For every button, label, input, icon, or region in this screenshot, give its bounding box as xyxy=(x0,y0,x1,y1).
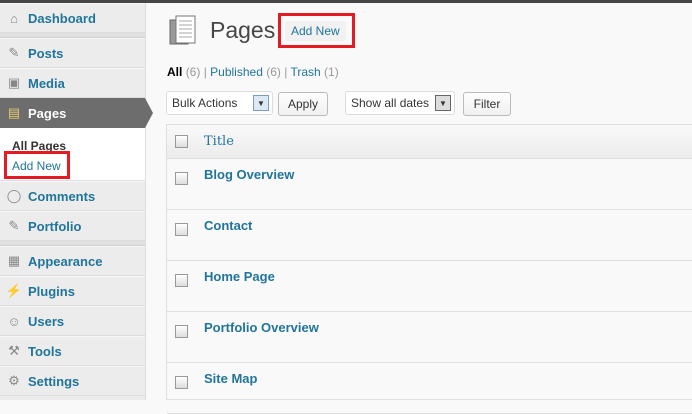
pages-icon xyxy=(169,15,196,45)
select-value: Show all dates xyxy=(351,96,430,110)
comment-icon: ◯ xyxy=(6,188,22,203)
highlight-box xyxy=(4,151,70,179)
menu-label: Pages xyxy=(28,105,67,121)
menu-pages[interactable]: ▤ Pages xyxy=(0,98,153,128)
menu-label: Posts xyxy=(28,45,64,61)
row-checkbox[interactable] xyxy=(175,325,188,338)
tools-icon: ⚒ xyxy=(8,343,20,358)
count: (6) xyxy=(185,65,201,79)
page-title-link[interactable]: Contact xyxy=(204,218,252,233)
row-checkbox[interactable] xyxy=(175,274,188,287)
menu-appearance[interactable]: ▦ Appearance xyxy=(0,246,145,276)
page-title-link[interactable]: Home Page xyxy=(204,269,275,284)
row-checkbox[interactable] xyxy=(175,376,188,389)
pages-table: Title Blog Overview Contact Home Page Po… xyxy=(166,124,692,414)
appearance-icon: ▦ xyxy=(7,253,21,268)
count: (6) xyxy=(266,65,281,79)
menu-label: Comments xyxy=(28,188,96,204)
column-title[interactable]: Title xyxy=(204,134,234,149)
dates-select[interactable]: Show all dates ▼ xyxy=(345,91,455,115)
settings-icon: ⚙ xyxy=(8,373,20,388)
menu-label: Plugins xyxy=(28,283,75,299)
filter-trash[interactable]: Trash xyxy=(290,65,320,79)
row-checkbox[interactable] xyxy=(175,223,188,236)
menu-users[interactable]: ☺ Users xyxy=(0,306,145,336)
select-value: Bulk Actions xyxy=(172,96,238,110)
table-row: Blog Overview xyxy=(167,159,692,210)
menu-settings[interactable]: ⚙ Settings xyxy=(0,366,145,396)
menu-dashboard[interactable]: ⌂ Dashboard xyxy=(0,3,145,33)
chevron-down-icon: ▼ xyxy=(435,95,451,111)
menu-media[interactable]: ▣ Media xyxy=(0,68,145,98)
bulk-actions-select[interactable]: Bulk Actions ▼ xyxy=(166,91,273,115)
menu-label: Media xyxy=(28,75,65,91)
pages-icon: ▤ xyxy=(7,105,21,120)
apply-button[interactable]: Apply xyxy=(278,92,328,116)
users-icon: ☺ xyxy=(7,313,21,329)
table-row: Site Map xyxy=(167,363,692,414)
filter-all[interactable]: All xyxy=(167,65,182,79)
menu-label: Dashboard xyxy=(28,10,96,26)
admin-sidebar: ⌂ Dashboard ✎ Posts ▣ Media ▤ Pages All Page… xyxy=(0,3,153,400)
status-filters: All (6) | Published (6) | Trash (1) xyxy=(167,65,339,79)
chevron-down-icon: ▼ xyxy=(253,95,269,111)
page-title-link[interactable]: Portfolio Overview xyxy=(204,320,319,335)
filter-published[interactable]: Published xyxy=(210,65,263,79)
main-content: Pages Add New All (6) | Published (6) | … xyxy=(155,3,692,414)
count: (1) xyxy=(324,65,339,79)
table-row: Home Page xyxy=(167,261,692,312)
table-header: Title xyxy=(167,125,692,159)
media-icon: ▣ xyxy=(7,75,21,90)
filter-button[interactable]: Filter xyxy=(463,92,511,116)
plug-icon: ⚡ xyxy=(5,283,23,298)
menu-label: Settings xyxy=(28,373,80,389)
menu-comments[interactable]: ◯ Comments xyxy=(0,181,145,211)
select-all-checkbox[interactable] xyxy=(175,135,188,148)
page-title: Pages xyxy=(210,17,276,43)
pin-icon: ✎ xyxy=(8,45,20,60)
menu-tools[interactable]: ⚒ Tools xyxy=(0,336,145,366)
menu-posts[interactable]: ✎ Posts xyxy=(0,38,145,68)
menu-label: Portfolio xyxy=(28,218,82,234)
highlight-box xyxy=(278,13,355,48)
row-checkbox[interactable] xyxy=(175,172,188,185)
menu-label: Appearance xyxy=(28,253,103,269)
home-icon: ⌂ xyxy=(10,10,18,26)
table-row: Portfolio Overview xyxy=(167,312,692,363)
menu-plugins[interactable]: ⚡ Plugins xyxy=(0,276,145,306)
menu-label: Users xyxy=(28,313,65,329)
menu-label: Tools xyxy=(28,343,62,359)
pin-icon: ✎ xyxy=(8,218,20,233)
page-title-link[interactable]: Blog Overview xyxy=(204,167,294,182)
menu-portfolio[interactable]: ✎ Portfolio xyxy=(0,211,145,241)
page-title-link[interactable]: Site Map xyxy=(204,371,257,386)
table-row: Contact xyxy=(167,210,692,261)
